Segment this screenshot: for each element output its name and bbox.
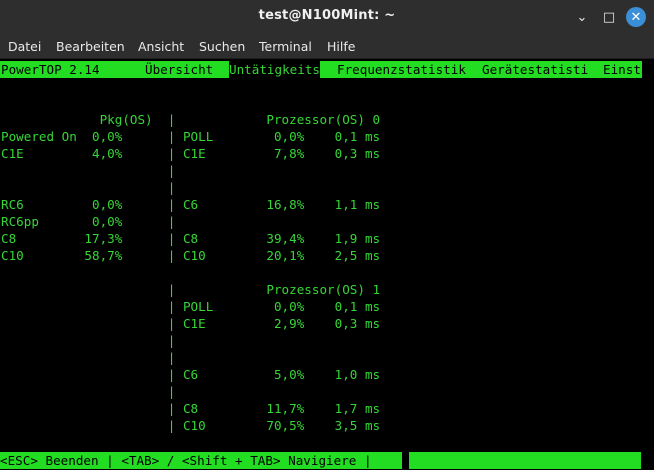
menu-suchen[interactable]: Suchen	[198, 39, 246, 54]
terminal-line: | Prozessor(OS) 1	[1, 282, 381, 297]
terminal-line: | POLL 0,0% 0,1 ms	[1, 299, 381, 314]
menu-terminal[interactable]: Terminal	[258, 39, 313, 54]
terminal-line: |	[1, 180, 176, 195]
menu-hilfe[interactable]: Hilfe	[326, 39, 356, 54]
terminal-line: | C10 70,5% 3,5 ms	[1, 418, 381, 433]
terminal-line: |	[1, 163, 176, 178]
terminal-line: Powered On 0,0% | POLL 0,0% 0,1 ms	[1, 129, 381, 144]
menu-bearbeiten[interactable]: Bearbeiten	[55, 39, 126, 54]
maximize-icon[interactable]: □	[599, 7, 619, 27]
terminal-line: | C6 5,0% 1,0 ms	[1, 367, 381, 382]
terminal-line: C8 17,3% | C8 39,4% 1,9 ms	[1, 231, 381, 246]
terminal-line: | C1E 2,9% 0,3 ms	[1, 316, 381, 331]
terminal-line: Pkg(OS) | Prozessor(OS) 0	[1, 112, 381, 127]
terminal-line: |	[1, 333, 176, 348]
terminal-line: | C8 11,7% 1,7 ms	[1, 401, 381, 416]
window-title: test@N100Mint: ~	[258, 8, 396, 23]
terminal-line: |	[1, 384, 176, 399]
menu-ansicht[interactable]: Ansicht	[137, 39, 185, 54]
terminal-area[interactable]: Pkg(OS) | Prozessor(OS) 0 Powered On 0,0…	[0, 60, 644, 470]
minimize-icon[interactable]: ⌄	[572, 7, 592, 27]
terminal-line: C1E 4,0% | C1E 7,8% 0,3 ms	[1, 146, 381, 161]
status-bar-help: <ESC> Beenden | <TAB> / <Shift + TAB> Na…	[0, 452, 402, 469]
menu-datei[interactable]: Datei	[7, 39, 42, 54]
menu-bar: Datei Bearbeiten Ansicht Suchen Terminal…	[0, 34, 654, 59]
status-bar-fill	[409, 452, 641, 469]
terminal-line: RC6 0,0% | C6 16,8% 1,1 ms	[1, 197, 381, 212]
close-icon[interactable]: ✕	[626, 7, 646, 27]
terminal-scrollbar[interactable]	[644, 60, 654, 470]
terminal-line: RC6pp 0,0% |	[1, 214, 176, 229]
terminal-line: C10 58,7% | C10 20,1% 2,5 ms	[1, 248, 381, 263]
window-titlebar[interactable]: test@N100Mint: ~ ⌄ □ ✕	[0, 0, 654, 34]
terminal-line: |	[1, 350, 176, 365]
